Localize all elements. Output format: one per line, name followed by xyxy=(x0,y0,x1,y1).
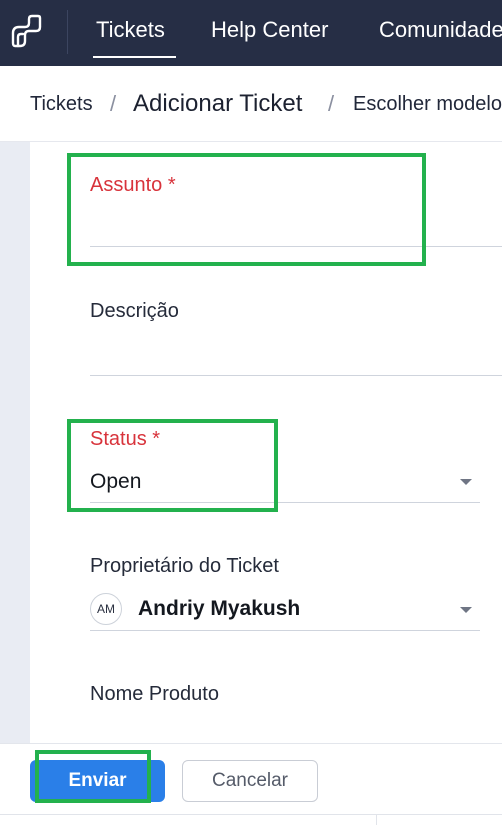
avatar: AM xyxy=(90,593,122,625)
form-footer: Enviar Cancelar xyxy=(0,743,502,825)
chevron-down-icon xyxy=(460,479,472,485)
breadcrumb-tickets-link[interactable]: Tickets xyxy=(30,93,93,116)
status-select[interactable]: Open xyxy=(90,462,480,502)
divider xyxy=(376,814,377,825)
submit-button[interactable]: Enviar xyxy=(30,760,165,802)
owner-select[interactable]: AM Andriy Myakush xyxy=(90,589,480,629)
description-input[interactable] xyxy=(90,332,502,374)
cancel-button[interactable]: Cancelar xyxy=(182,760,318,802)
status-label: Status * xyxy=(90,428,161,450)
subject-underline xyxy=(90,246,502,247)
owner-label: Proprietário do Ticket xyxy=(90,555,279,577)
product-label: Nome Produto xyxy=(90,683,219,705)
subject-input[interactable] xyxy=(90,206,502,246)
nav-tab-tickets[interactable]: Tickets xyxy=(96,17,165,43)
page-title: Adicionar Ticket xyxy=(133,90,303,117)
breadcrumb-separator: / xyxy=(328,91,335,116)
left-gutter xyxy=(0,142,30,743)
status-value: Open xyxy=(90,470,142,493)
subject-label: Assunto * xyxy=(90,174,176,196)
owner-value: Andriy Myakush xyxy=(138,597,301,620)
status-underline xyxy=(90,502,480,503)
description-label: Descrição xyxy=(90,300,179,322)
choose-template-link[interactable]: Escolher modelo xyxy=(353,93,502,116)
nav-active-indicator xyxy=(93,56,176,58)
nav-tab-comunidade[interactable]: Comunidade xyxy=(379,17,502,43)
description-underline xyxy=(90,375,502,376)
breadcrumb: Tickets / Adicionar Ticket / Escolher mo… xyxy=(0,66,502,142)
chevron-down-icon xyxy=(460,607,472,613)
divider xyxy=(0,814,502,815)
top-navigation: Tickets Help Center Comunidade xyxy=(0,0,502,66)
breadcrumb-separator: / xyxy=(110,91,117,116)
ticket-form: Assunto * Descrição Status * Open Propri… xyxy=(30,142,502,743)
owner-underline xyxy=(90,630,480,631)
nav-divider xyxy=(67,10,68,54)
helpdesk-logo-icon[interactable] xyxy=(9,13,43,49)
nav-tab-help-center[interactable]: Help Center xyxy=(211,17,328,43)
